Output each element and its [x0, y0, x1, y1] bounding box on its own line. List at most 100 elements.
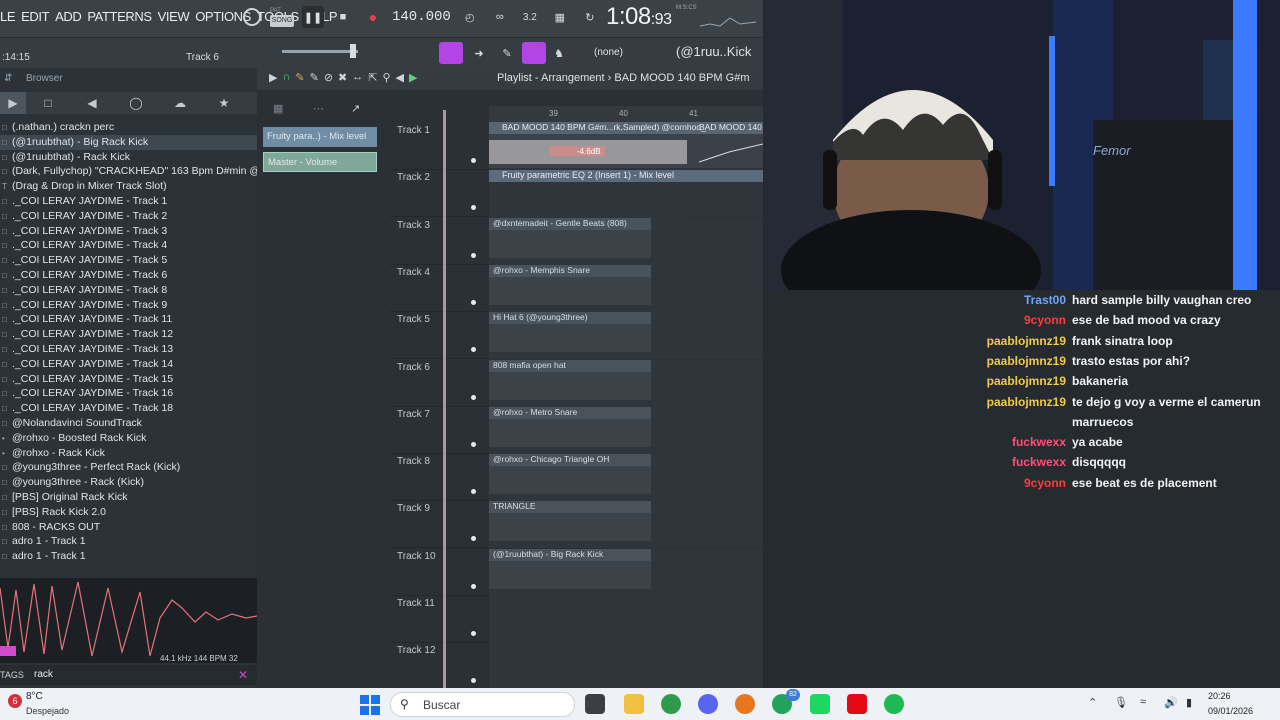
- browser-arrows-icon[interactable]: ⇵: [4, 73, 12, 84]
- track-name[interactable]: Track 5: [397, 314, 430, 325]
- browser-item[interactable]: □ ._COI LERAY JAYDIME - Track 11: [0, 312, 257, 327]
- browser-item[interactable]: □ ._COI LERAY JAYDIME - Track 16: [0, 386, 257, 401]
- song-mode-button[interactable]: SONG: [270, 14, 294, 27]
- menu-item-add[interactable]: ADD: [55, 9, 82, 24]
- loop-record-icon[interactable]: ↻: [579, 6, 601, 28]
- clock-time[interactable]: 20:26: [1208, 691, 1231, 701]
- track-mute-dot[interactable]: [471, 205, 476, 211]
- menu-item-view[interactable]: VIEW: [158, 9, 190, 24]
- track-name[interactable]: Track 10: [397, 551, 436, 562]
- chat-username[interactable]: paablojmnz19: [763, 374, 1066, 388]
- clear-tags-icon[interactable]: ✕: [238, 668, 248, 682]
- battery-icon[interactable]: ▮: [1186, 696, 1192, 709]
- file-explorer-icon[interactable]: [624, 694, 644, 714]
- picker-item-mix-level[interactable]: Fruity para..) - Mix level: [263, 127, 377, 147]
- browser-item[interactable]: □ adro 1 - Track 1: [0, 534, 257, 549]
- menu-item-edit[interactable]: EDIT: [21, 9, 49, 24]
- wifi-icon[interactable]: ≈: [1140, 696, 1146, 708]
- slip-icon[interactable]: ↔: [352, 71, 363, 84]
- discord-icon[interactable]: [698, 694, 718, 714]
- browser-item[interactable]: □ ._COI LERAY JAYDIME - Track 8: [0, 283, 257, 298]
- browser-item[interactable]: □ ._COI LERAY JAYDIME - Track 15: [0, 372, 257, 387]
- chat-username[interactable]: paablojmnz19: [763, 354, 1066, 368]
- browser-item[interactable]: □ ._COI LERAY JAYDIME - Track 18: [0, 401, 257, 416]
- cloud-tab-icon[interactable]: ☁: [158, 92, 202, 114]
- playback-icon[interactable]: ▶: [409, 71, 417, 84]
- browser-item[interactable]: □ 808 - RACKS OUT: [0, 520, 257, 535]
- browser-item[interactable]: □ ._COI LERAY JAYDIME - Track 9: [0, 298, 257, 313]
- task-view-icon[interactable]: [585, 694, 605, 714]
- file-tab-icon[interactable]: □: [26, 92, 70, 114]
- track-mute-dot[interactable]: [471, 678, 476, 684]
- delete-icon[interactable]: ⊘: [324, 71, 333, 84]
- browser-item[interactable]: □ ._COI LERAY JAYDIME - Track 3: [0, 224, 257, 239]
- wait-input-icon[interactable]: ∞: [489, 6, 511, 28]
- mute-icon[interactable]: ✖: [338, 71, 347, 84]
- track-mute-dot[interactable]: [471, 252, 476, 258]
- spotify-icon[interactable]: [884, 694, 904, 714]
- chat-username[interactable]: fuckwexx: [763, 455, 1066, 469]
- tray-chevron-icon[interactable]: ⌃: [1088, 696, 1097, 709]
- pencil-icon[interactable]: ✎: [496, 42, 518, 64]
- favorites-tab-icon[interactable]: ★: [202, 92, 246, 114]
- browser-item[interactable]: □ ._COI LERAY JAYDIME - Track 12: [0, 327, 257, 342]
- browser-item[interactable]: □ [PBS] Rack Kick 2.0: [0, 505, 257, 520]
- countdown-icon[interactable]: 3.2: [519, 6, 541, 28]
- pause-button[interactable]: ❚❚: [302, 6, 324, 28]
- weather-temp[interactable]: 8°C: [26, 691, 43, 702]
- channel-selector[interactable]: (@1ruu..Kick: [676, 44, 751, 59]
- track-mute-dot[interactable]: [471, 631, 476, 636]
- taskbar-search[interactable]: Buscar: [390, 692, 575, 717]
- paint-icon[interactable]: ✎: [310, 71, 319, 84]
- volume-icon[interactable]: 🔊: [1164, 696, 1178, 709]
- playlist-button[interactable]: [439, 42, 463, 64]
- browser-item[interactable]: □ ._COI LERAY JAYDIME - Track 13: [0, 342, 257, 357]
- browser-item[interactable]: □ (@1ruubthat) - Big Rack Kick: [0, 134, 257, 150]
- stop-button[interactable]: ■: [332, 6, 354, 28]
- chat-username[interactable]: paablojmnz19: [763, 395, 1066, 409]
- track-name[interactable]: Track 6: [397, 362, 430, 373]
- track-name[interactable]: Track 12: [397, 645, 436, 656]
- clock-date[interactable]: 09/01/2026: [1208, 706, 1253, 716]
- record-button[interactable]: ●: [362, 6, 384, 28]
- track-mute-dot[interactable]: [471, 394, 476, 400]
- all-tab-icon[interactable]: ▶: [0, 92, 26, 114]
- chat-username[interactable]: paablojmnz19: [763, 334, 1066, 348]
- master-volume-slider[interactable]: [282, 50, 358, 53]
- metronome-icon[interactable]: ◴: [459, 6, 481, 28]
- picker-curve-icon[interactable]: ↗: [351, 102, 360, 115]
- track-name[interactable]: Track 11: [397, 598, 435, 609]
- track-name[interactable]: Track 3: [397, 220, 430, 231]
- track-mute-dot[interactable]: [471, 441, 476, 447]
- browser-item[interactable]: □ ._COI LERAY JAYDIME - Track 2: [0, 209, 257, 224]
- browser-item[interactable]: □ (.nathan.) crackn perc: [0, 120, 257, 135]
- pattern-selector[interactable]: (none): [594, 47, 623, 58]
- stamp-icon[interactable]: ♞: [548, 42, 570, 64]
- track-mute-dot[interactable]: [471, 583, 476, 589]
- xbox-icon[interactable]: [810, 694, 830, 714]
- track-name[interactable]: Track 7: [397, 409, 430, 420]
- browser-item[interactable]: □ ._COI LERAY JAYDIME - Track 5: [0, 253, 257, 268]
- browser-item[interactable]: T (Drag & Drop in Mixer Track Slot): [0, 179, 257, 194]
- browser-item[interactable]: □ @young3three - Rack (Kick): [0, 475, 257, 490]
- track-grid[interactable]: [489, 643, 763, 691]
- step-edit-icon[interactable]: ▦: [549, 6, 571, 28]
- chat-username[interactable]: 9cyonn: [763, 313, 1066, 327]
- track-mute-dot[interactable]: [471, 299, 476, 305]
- pattern-song-toggle[interactable]: [242, 6, 262, 28]
- play-icon[interactable]: ◀: [396, 71, 404, 84]
- track-mute-dot[interactable]: [471, 489, 476, 495]
- plugin-tab-icon[interactable]: ◯: [114, 92, 158, 114]
- track-mute-dot[interactable]: [471, 158, 476, 163]
- track-name[interactable]: Track 4: [397, 267, 430, 278]
- chat-username[interactable]: Trast00: [763, 293, 1066, 307]
- tags-search-input[interactable]: rack: [34, 669, 53, 680]
- browser-item[interactable]: • @rohxo - Boosted Rack Kick: [0, 431, 257, 446]
- chrome-icon[interactable]: [661, 694, 681, 714]
- track-name[interactable]: Track 8: [397, 456, 430, 467]
- track-grid[interactable]: [489, 596, 763, 643]
- menu-item-le[interactable]: LE: [0, 9, 16, 24]
- picker-grid-icon[interactable]: ▦: [273, 102, 283, 115]
- link-button[interactable]: [522, 42, 546, 64]
- menu-arrow-icon[interactable]: ▶: [269, 71, 277, 84]
